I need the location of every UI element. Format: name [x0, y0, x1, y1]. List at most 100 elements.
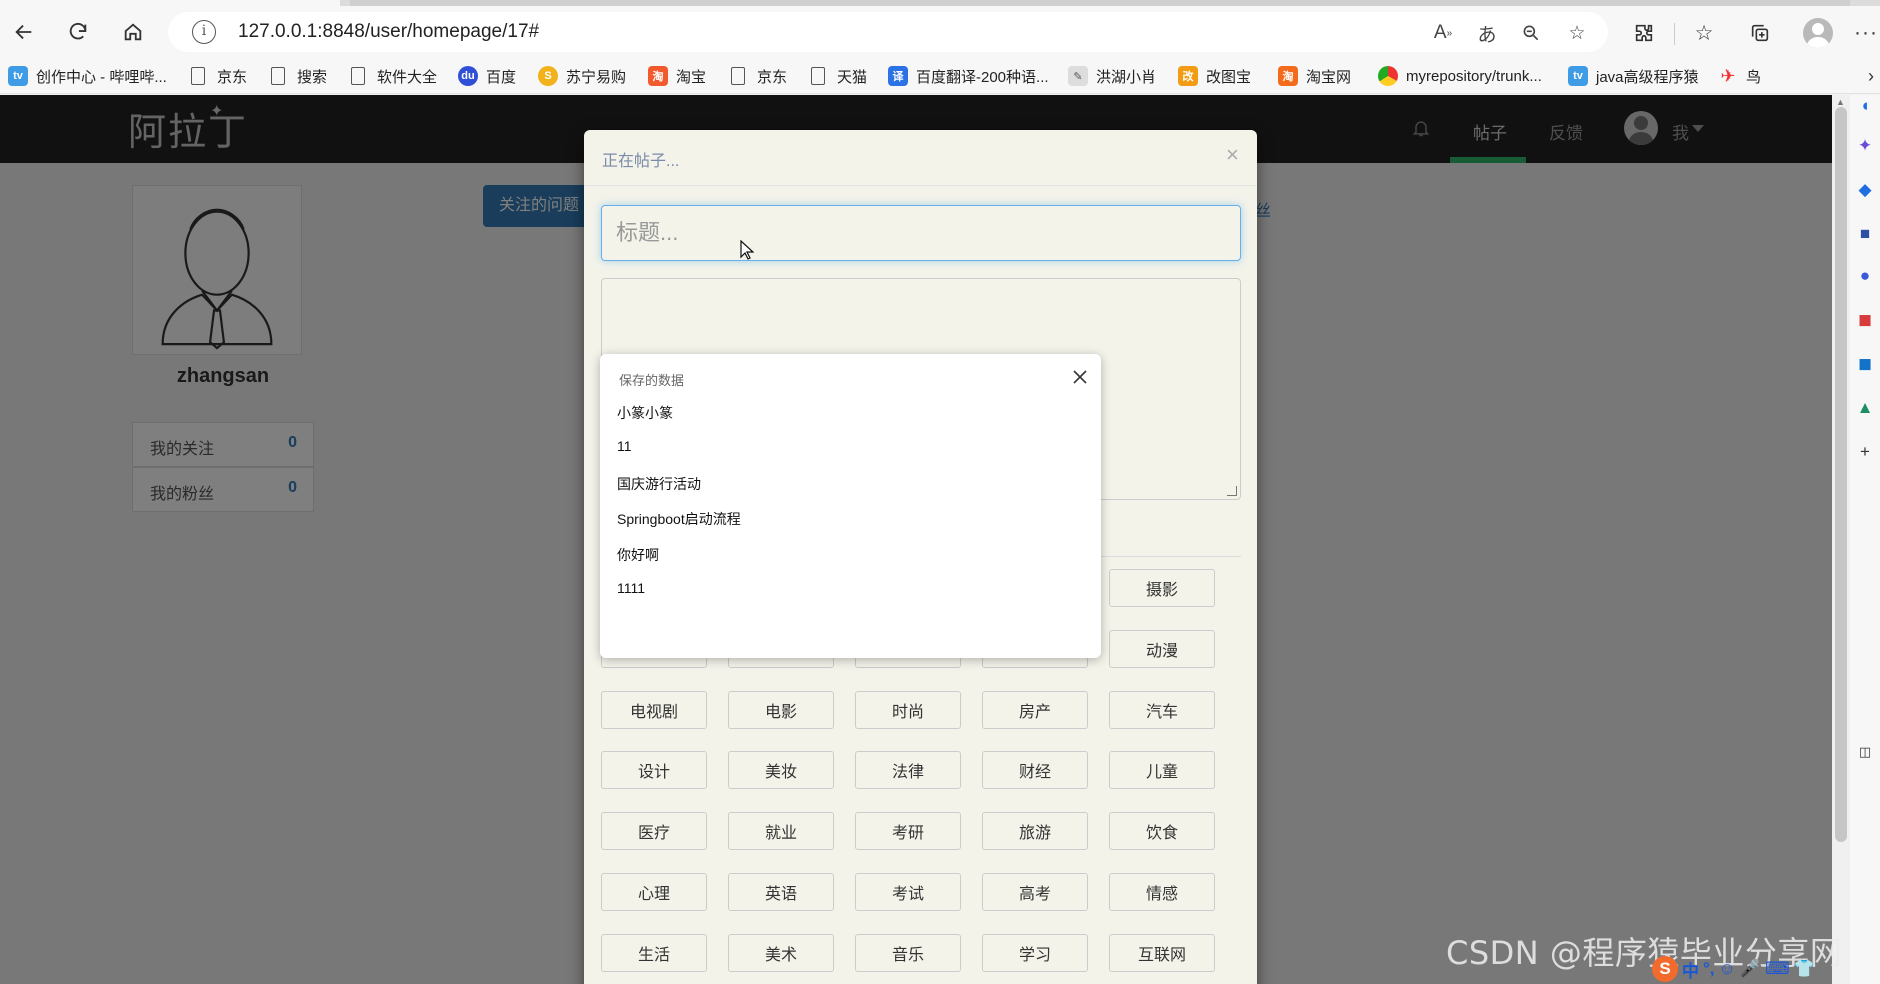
extensions-icon[interactable]	[1630, 19, 1658, 47]
close-icon[interactable]	[1070, 367, 1090, 387]
home-button[interactable]	[115, 14, 151, 50]
tag-button[interactable]: 饮食	[1109, 812, 1215, 851]
site-info-icon[interactable]: i	[192, 20, 216, 44]
search-sidebar-icon[interactable]: ◖	[1854, 95, 1876, 117]
baidu-icon: du	[458, 66, 478, 86]
tag-button[interactable]: 高考	[982, 873, 1088, 911]
add-icon[interactable]: +	[1854, 441, 1876, 463]
zoom-icon[interactable]	[1518, 20, 1544, 46]
tag-button[interactable]: 英语	[728, 873, 834, 911]
office-icon[interactable]: ◼	[1854, 309, 1876, 331]
tag-button[interactable]: 摄影	[1109, 569, 1215, 607]
bookmark-item[interactable]: ✈ 鸟	[1718, 64, 1761, 88]
tag-button[interactable]: 时尚	[855, 690, 961, 729]
tag-button[interactable]: 互联网	[1109, 933, 1215, 972]
shopping-icon[interactable]: ◆	[1854, 179, 1876, 201]
browser-toolbar: i 127.0.0.1:8848/user/homepage/17# A» あ …	[0, 6, 1880, 58]
close-icon[interactable]: ×	[1226, 142, 1239, 168]
drop-icon[interactable]: ▲	[1854, 397, 1876, 419]
sogou-ime-icon[interactable]: S	[1652, 956, 1678, 982]
bookmark-item[interactable]: 软件大全	[348, 64, 437, 88]
autofill-suggestion[interactable]: 国庆游行活动	[617, 474, 1077, 494]
add-favorite-icon[interactable]: ☆	[1564, 20, 1590, 46]
ime-mode-label[interactable]: 中	[1682, 957, 1699, 982]
tag-button[interactable]: 心理	[601, 873, 707, 911]
bookmark-item[interactable]: myrepository/trunk...	[1378, 64, 1542, 88]
tools-icon[interactable]: ■	[1854, 223, 1876, 245]
bookmarks-bar: tv 创作中心 - 哔哩哔... 京东 搜索 软件大全 du 百度 S 苏宁易购 淘淘…	[0, 58, 1880, 94]
tag-button[interactable]: 医疗	[601, 812, 707, 851]
ime-skin-icon[interactable]: 👕	[1794, 959, 1815, 979]
autofill-suggestion[interactable]: 你好啊	[617, 545, 1077, 565]
tag-button[interactable]: 儿童	[1109, 751, 1215, 790]
scroll-up-icon[interactable]: ▲	[1836, 97, 1845, 107]
chrome-icon	[1378, 66, 1398, 86]
toolbar-separator	[1674, 23, 1675, 45]
tag-button[interactable]: 财经	[982, 751, 1088, 790]
tag-button[interactable]: 生活	[601, 933, 707, 972]
collections-icon[interactable]	[1746, 19, 1774, 47]
tag-button[interactable]: 情感	[1109, 873, 1215, 911]
tag-button[interactable]: 旅游	[982, 812, 1088, 851]
autofill-suggestion[interactable]: 1111	[617, 580, 1077, 596]
tag-button[interactable]: 设计	[601, 751, 707, 790]
tag-button[interactable]: 考研	[855, 812, 961, 851]
page-icon	[271, 67, 285, 85]
autofill-suggestion[interactable]: 11	[617, 438, 1077, 454]
tag-button[interactable]: 音乐	[855, 933, 961, 972]
baidu-translate-icon: 译	[888, 66, 908, 86]
bookmark-item[interactable]: tv java高级程序猿	[1568, 64, 1699, 88]
outlook-icon[interactable]: ◼	[1854, 353, 1876, 375]
address-url[interactable]: 127.0.0.1:8848/user/homepage/17#	[238, 21, 539, 43]
tag-button[interactable]: 动漫	[1109, 629, 1215, 668]
bookmark-item[interactable]: 淘淘宝网	[1278, 64, 1351, 88]
back-button[interactable]	[6, 14, 42, 50]
favorites-icon[interactable]: ☆	[1690, 19, 1718, 47]
autofill-suggestion[interactable]: Springboot启动流程	[617, 509, 1077, 529]
tag-button[interactable]: 法律	[855, 751, 961, 790]
tag-button[interactable]: 电视剧	[601, 690, 707, 729]
settings-more-icon[interactable]: ···	[1852, 19, 1880, 47]
ime-mic-icon[interactable]: 🎤	[1740, 959, 1761, 979]
bookmark-item[interactable]: du 百度	[458, 64, 516, 88]
post-title-input[interactable]	[601, 205, 1241, 261]
tag-button[interactable]: 美术	[728, 933, 834, 972]
read-aloud-icon[interactable]: A»	[1430, 20, 1456, 46]
bookmark-item[interactable]: 京东	[188, 64, 247, 88]
tag-button[interactable]: 美妆	[728, 751, 834, 790]
translate-icon[interactable]: あ	[1474, 20, 1500, 46]
page-scrollbar[interactable]: ▲	[1832, 95, 1850, 984]
address-bar[interactable]: i 127.0.0.1:8848/user/homepage/17# A» あ …	[168, 12, 1608, 52]
bookmark-item[interactable]: 译百度翻译-200种语...	[888, 64, 1049, 88]
ime-keyboard-icon[interactable]: ⌨	[1765, 959, 1790, 979]
bookmark-item[interactable]: 搜索	[268, 64, 327, 88]
tag-button[interactable]: 学习	[982, 933, 1088, 972]
bookmark-item[interactable]: ✎ 洪湖小肖	[1068, 64, 1156, 88]
page-icon	[191, 67, 205, 85]
tag-button[interactable]: 房产	[982, 690, 1088, 729]
bookmarks-overflow-icon[interactable]: ›	[1868, 66, 1874, 87]
autofill-suggestion[interactable]: 小篆小篆	[617, 403, 1077, 423]
bookmark-item[interactable]: 淘淘宝	[648, 64, 706, 88]
bookmark-item[interactable]: 改改图宝	[1178, 64, 1251, 88]
tag-button[interactable]: 汽车	[1109, 690, 1215, 729]
bookmark-item[interactable]: tv 创作中心 - 哔哩哔...	[8, 64, 167, 88]
split-screen-icon[interactable]: ◫	[1854, 741, 1876, 763]
resize-handle[interactable]	[1227, 486, 1237, 496]
browser-profile-avatar[interactable]	[1803, 18, 1833, 48]
ime-emoji-icon[interactable]: ☺	[1719, 959, 1736, 979]
bookmark-item[interactable]: 天猫	[808, 64, 867, 88]
bookmark-item[interactable]: 京东	[728, 64, 787, 88]
tag-button[interactable]: 电影	[728, 690, 834, 729]
people-icon[interactable]: ●	[1854, 265, 1876, 287]
ime-punctuation-icon[interactable]: °,	[1703, 959, 1715, 979]
reload-button[interactable]	[60, 14, 96, 50]
tag-button[interactable]: 考试	[855, 873, 961, 911]
scrollbar-thumb[interactable]	[1835, 107, 1847, 842]
tag-button[interactable]: 就业	[728, 812, 834, 851]
bilibili-icon: tv	[1568, 66, 1588, 86]
bilibili-icon: tv	[8, 66, 28, 86]
gaitubao-icon: 改	[1178, 66, 1198, 86]
bookmark-item[interactable]: S 苏宁易购	[538, 64, 626, 88]
copilot-icon[interactable]: ✦	[1854, 135, 1876, 157]
